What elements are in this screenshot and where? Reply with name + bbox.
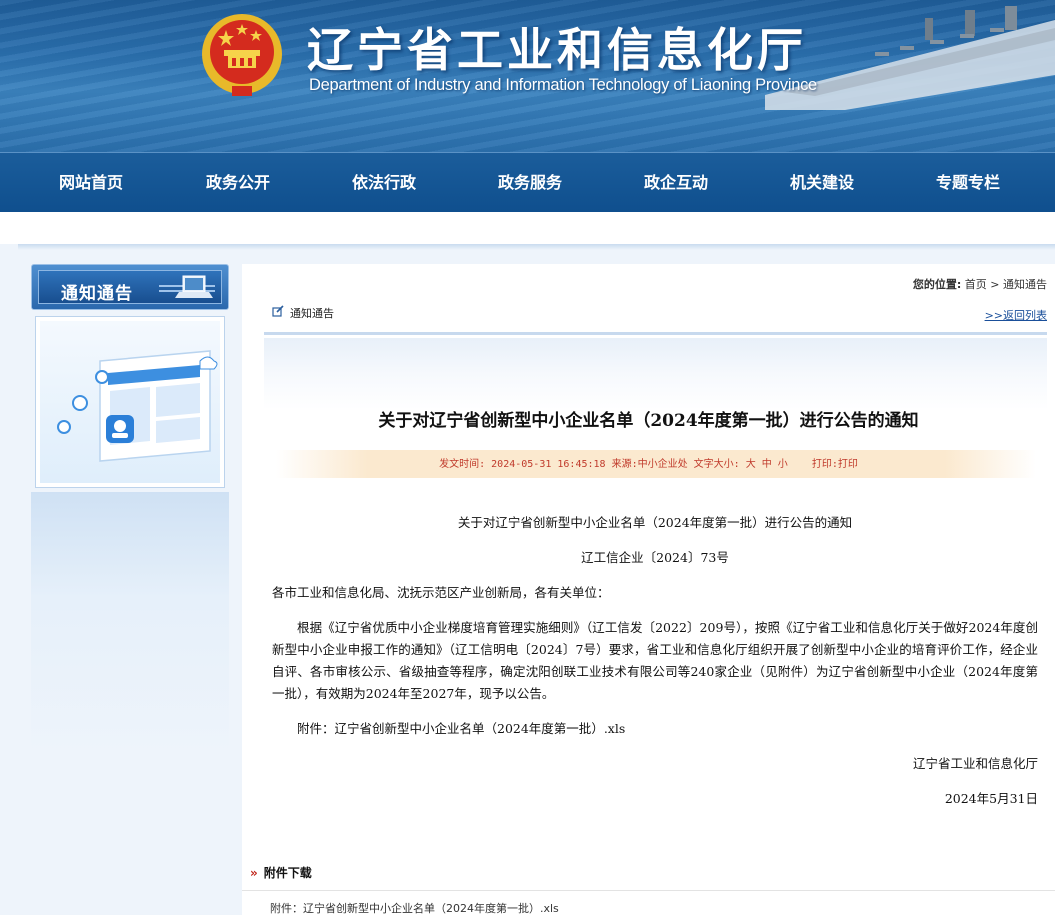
web-browser-illustration-icon	[57, 350, 218, 462]
breadcrumb-current-link[interactable]: 通知通告	[1003, 278, 1047, 291]
section-title: 通知通告	[290, 307, 334, 320]
sidebar-header-inner: 通知通告	[38, 270, 222, 304]
nav-item-government-affairs[interactable]: 政务公开	[206, 153, 270, 213]
nav-item-law-administration[interactable]: 依法行政	[352, 153, 416, 213]
main-content: 您的位置: 首页 > 通知通告 通知通告 >>返回列表 关于对辽宁省创新型中小企…	[242, 264, 1055, 915]
attachment-line: 附件：辽宁省创新型中小企业名单（2024年度第一批）.xls	[297, 721, 626, 736]
signature: 辽宁省工业和信息化厅	[912, 756, 1038, 771]
sidebar-illustration	[35, 316, 225, 488]
nav-item-gov-services[interactable]: 政务服务	[498, 153, 562, 213]
page-top-line	[18, 244, 1055, 250]
sidebar: 通知通告	[31, 264, 229, 758]
breadcrumb-separator: >	[990, 278, 1000, 291]
header-banner: 辽宁省工业和信息化厅 Department of Industry and In…	[0, 0, 1055, 152]
attachment-heading-label: 附件下载	[263, 866, 312, 880]
nav-spacer	[0, 212, 1055, 244]
laptop-icon	[159, 275, 215, 298]
attachment-rule	[242, 890, 1055, 891]
article-title: 关于对辽宁省创新型中小企业名单（2024年度第一批）进行公告的通知	[378, 411, 919, 431]
meta-source: 中小企业处	[637, 459, 688, 470]
double-chevron-icon: »	[250, 866, 258, 880]
meta-date: 2024-05-31 16:45:18	[491, 459, 606, 470]
meta-print-label: 打印:	[811, 459, 838, 470]
signature-date: 2024年5月31日	[944, 791, 1038, 806]
body-paragraph: 根据《辽宁省优质中小企业梯度培育管理实施细则》（辽工信发〔2022〕209号），…	[272, 620, 1038, 701]
font-size-small-button[interactable]: 小	[778, 459, 788, 470]
body-title: 关于对辽宁省创新型中小企业名单（2024年度第一批）进行公告的通知	[457, 515, 853, 530]
salutation: 各市工业和信息化局、沈抚示范区产业创新局，各有关单位：	[272, 585, 610, 600]
print-button[interactable]: 打印	[838, 459, 858, 470]
doc-number: 辽工信企业〔2024〕73号	[581, 550, 729, 565]
breadcrumb: 您的位置: 首页 > 通知通告	[913, 276, 1047, 292]
site-subtitle-en: Department of Industry and Information T…	[309, 76, 817, 94]
back-to-list-link[interactable]: >>返回列表	[985, 307, 1047, 323]
section-rule	[264, 332, 1047, 335]
attachment-download-link[interactable]: 附件：辽宁省创新型中小企业名单（2024年度第一批）.xls	[270, 900, 559, 916]
article-meta: 发文时间: 2024-05-31 16:45:18 来源:中小企业处 文字大小:…	[242, 455, 1055, 470]
site-title: 辽宁省工业和信息化厅	[307, 23, 807, 77]
main-nav: 网站首页 政务公开 依法行政 政务服务 政企互动 机关建设 专题专栏	[0, 152, 1055, 212]
attachment-heading: » 附件下载	[250, 864, 312, 881]
nav-item-interaction[interactable]: 政企互动	[644, 153, 708, 213]
sidebar-fade	[31, 492, 229, 758]
meta-source-label: 来源:	[611, 459, 638, 470]
font-size-large-button[interactable]: 大	[746, 459, 756, 470]
edit-icon	[272, 305, 284, 317]
sidebar-illustration-bg	[40, 321, 220, 483]
nav-item-special-topics[interactable]: 专题专栏	[936, 153, 1000, 213]
sidebar-title: 通知通告	[61, 284, 133, 304]
article-body: 关于对辽宁省创新型中小企业名单（2024年度第一批）进行公告的通知 辽工信企业〔…	[272, 512, 1038, 810]
national-emblem-logo	[202, 14, 282, 96]
breadcrumb-home-link[interactable]: 首页	[965, 278, 987, 291]
sidebar-header: 通知通告	[31, 264, 229, 310]
breadcrumb-label: 您的位置:	[912, 278, 962, 291]
nav-item-home[interactable]: 网站首页	[59, 153, 123, 213]
meta-date-label: 发文时间:	[439, 459, 486, 470]
nav-item-organ-building[interactable]: 机关建设	[790, 153, 854, 213]
meta-size-label: 文字大小:	[693, 459, 740, 470]
font-size-medium-button[interactable]: 中	[762, 459, 772, 470]
